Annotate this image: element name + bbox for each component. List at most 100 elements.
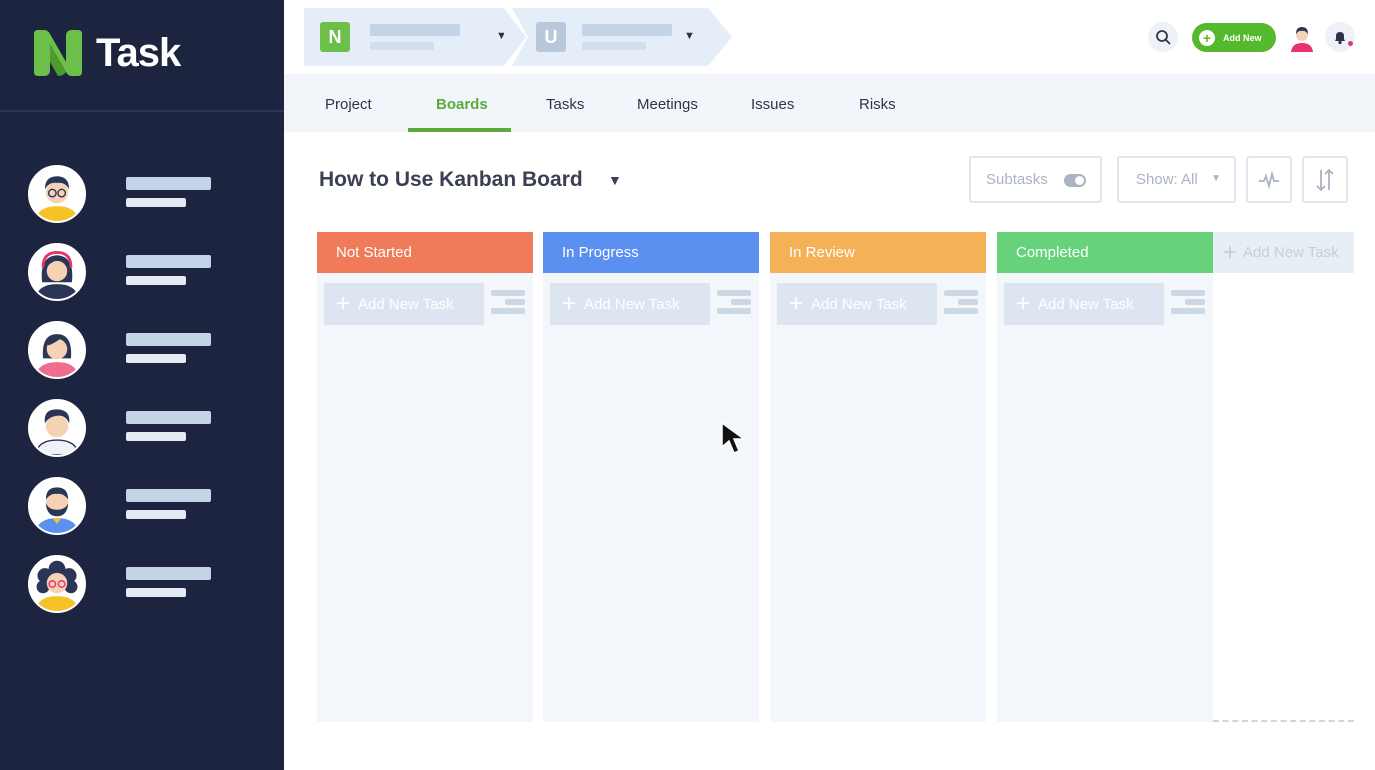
- member-item[interactable]: [28, 477, 258, 535]
- sidebar-divider: [0, 110, 284, 112]
- user-avatar-icon: [1291, 27, 1313, 52]
- add-task-label: Add New Task: [1038, 295, 1134, 313]
- workspace-sub-placeholder: [370, 42, 434, 50]
- member-name-placeholder: [126, 333, 211, 346]
- member-item[interactable]: [28, 165, 258, 223]
- plus-icon: +: [1016, 290, 1031, 317]
- workspace-name-placeholder: [370, 24, 460, 36]
- tab-risks[interactable]: Risks: [859, 96, 896, 113]
- member-role-placeholder: [126, 276, 186, 285]
- workspace-badge: N: [320, 22, 350, 52]
- column-header[interactable]: Completed: [997, 232, 1213, 273]
- caret-down-icon[interactable]: ▼: [608, 172, 622, 188]
- tab-issues[interactable]: Issues: [751, 96, 794, 113]
- workspace-selector[interactable]: N ▼: [304, 8, 507, 66]
- sort-arrows-icon: [1316, 168, 1334, 191]
- sort-button[interactable]: [1302, 156, 1348, 203]
- activity-button[interactable]: [1246, 156, 1292, 203]
- show-filter-label: Show: All: [1136, 171, 1198, 188]
- member-name-placeholder: [126, 489, 211, 502]
- member-role-placeholder: [126, 354, 186, 363]
- mouse-cursor-icon: [721, 421, 747, 454]
- add-task-button[interactable]: + Add New Task: [550, 283, 710, 325]
- sidebar: Task: [0, 0, 284, 770]
- add-column-label: Add New Task: [1243, 244, 1339, 261]
- avatar-woman-pink: [28, 321, 86, 379]
- pulse-icon: [1259, 170, 1279, 189]
- column-header[interactable]: In Review: [770, 232, 986, 273]
- member-name-placeholder: [126, 177, 211, 190]
- avatar-man-white: [28, 399, 86, 457]
- caret-down-icon: ▼: [1211, 173, 1221, 184]
- add-task-button[interactable]: + Add New Task: [1004, 283, 1164, 325]
- tab-bar: Project Boards Tasks Meetings Issues Ris…: [284, 74, 1375, 132]
- member-role-placeholder: [126, 198, 186, 207]
- member-item[interactable]: [28, 321, 258, 379]
- avatar-man-beard-yellow: [28, 477, 86, 535]
- column-in-progress: In Progress + Add New Task: [543, 232, 759, 722]
- column-menu-icon[interactable]: [1171, 290, 1205, 317]
- topbar: N ▼ U ▼ + Add New: [284, 0, 1375, 74]
- breadcrumb-notch: [512, 8, 528, 66]
- plus-icon: +: [1199, 29, 1215, 46]
- toggle-switch[interactable]: [1064, 174, 1086, 187]
- tab-meetings[interactable]: Meetings: [637, 96, 698, 113]
- avatar-woman-headphones: [28, 243, 86, 301]
- member-role-placeholder: [126, 432, 186, 441]
- member-name-placeholder: [126, 255, 211, 268]
- plus-icon: +: [562, 290, 577, 317]
- add-task-label: Add New Task: [584, 295, 680, 313]
- column-menu-icon[interactable]: [717, 290, 751, 317]
- plus-icon: +: [336, 290, 351, 317]
- plus-icon: +: [1223, 238, 1238, 266]
- tab-boards[interactable]: Boards: [436, 96, 488, 113]
- column-in-review: In Review + Add New Task: [770, 232, 986, 722]
- column-header[interactable]: In Progress: [543, 232, 759, 273]
- add-task-label: Add New Task: [811, 295, 907, 313]
- add-column-button[interactable]: + Add New Task: [1213, 232, 1354, 273]
- member-name-placeholder: [126, 411, 211, 424]
- member-role-placeholder: [126, 588, 186, 597]
- board-title[interactable]: How to Use Kanban Board: [319, 168, 583, 192]
- column-menu-icon[interactable]: [491, 290, 525, 317]
- add-task-label: Add New Task: [358, 295, 454, 313]
- project-sub-placeholder: [582, 42, 646, 50]
- add-column-dashed-border: [1213, 720, 1354, 722]
- notifications-button[interactable]: [1325, 22, 1355, 52]
- member-role-placeholder: [126, 510, 186, 519]
- project-name-placeholder: [582, 24, 672, 36]
- tab-project[interactable]: Project: [325, 96, 372, 113]
- add-task-button[interactable]: + Add New Task: [324, 283, 484, 325]
- notification-dot: [1348, 41, 1353, 46]
- ntask-logo-icon: [34, 30, 82, 76]
- active-tab-indicator: [408, 128, 511, 132]
- add-new-button[interactable]: + Add New: [1192, 23, 1276, 52]
- breadcrumb-arrow: [708, 8, 732, 66]
- project-selector[interactable]: U ▼: [528, 8, 708, 66]
- member-item[interactable]: [28, 399, 258, 457]
- caret-down-icon: ▼: [684, 30, 695, 42]
- add-new-label: Add New: [1223, 32, 1262, 43]
- subtasks-label: Subtasks: [986, 171, 1048, 188]
- subtasks-toggle[interactable]: Subtasks: [969, 156, 1102, 203]
- add-task-button[interactable]: + Add New Task: [777, 283, 937, 325]
- avatar-woman-curly-glasses: [28, 555, 86, 613]
- column-header[interactable]: Not Started: [317, 232, 533, 273]
- avatar-man-glasses-yellow: [28, 165, 86, 223]
- tab-tasks[interactable]: Tasks: [546, 96, 584, 113]
- search-icon: [1156, 30, 1171, 45]
- plus-icon: +: [789, 290, 804, 317]
- show-filter-select[interactable]: Show: All ▼: [1117, 156, 1236, 203]
- member-name-placeholder: [126, 567, 211, 580]
- project-badge: U: [536, 22, 566, 52]
- user-avatar[interactable]: [1287, 22, 1317, 52]
- bell-icon: [1335, 32, 1345, 45]
- column-not-started: Not Started + Add New Task: [317, 232, 533, 722]
- search-button[interactable]: [1148, 22, 1178, 52]
- column-menu-icon[interactable]: [944, 290, 978, 317]
- app-logo[interactable]: Task: [30, 28, 181, 78]
- member-item[interactable]: [28, 555, 258, 613]
- column-completed: Completed + Add New Task: [997, 232, 1213, 722]
- app-name: Task: [96, 30, 181, 75]
- member-item[interactable]: [28, 243, 258, 301]
